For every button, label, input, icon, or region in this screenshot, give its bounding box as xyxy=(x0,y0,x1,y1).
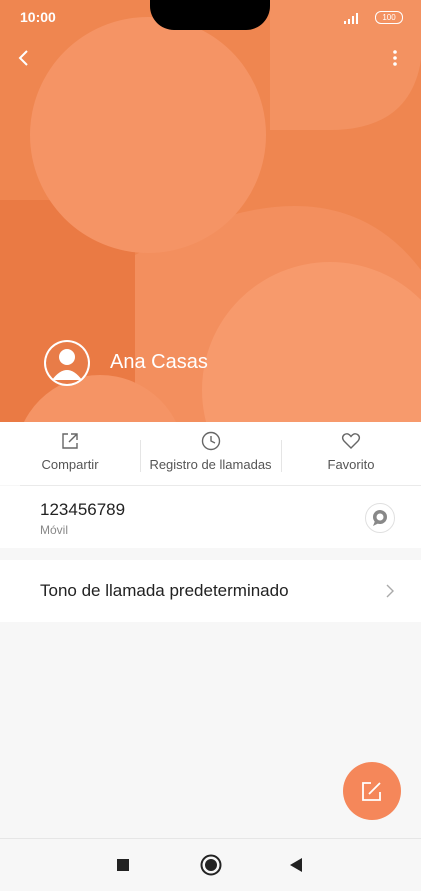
back-arrow-icon[interactable] xyxy=(14,48,34,68)
recents-icon[interactable] xyxy=(116,858,130,872)
phone-entry[interactable]: 123456789 Móvil xyxy=(0,486,421,548)
status-time: 10:00 xyxy=(20,9,56,25)
phone-number: 123456789 xyxy=(40,500,126,519)
back-icon[interactable] xyxy=(288,857,304,873)
system-navigation-bar xyxy=(0,838,421,891)
battery-icon: 100 xyxy=(375,11,403,24)
ringtone-setting[interactable]: Tono de llamada predeterminado xyxy=(0,560,421,622)
heart-icon xyxy=(341,433,361,449)
signal-icon xyxy=(344,13,358,24)
person-icon xyxy=(46,342,88,384)
action-bar: Compartir Registro de llamadas Favorito xyxy=(0,422,421,485)
share-label: Compartir xyxy=(41,457,99,472)
status-bar: 10:00 100 xyxy=(0,0,421,34)
call-log-label: Registro de llamadas xyxy=(149,457,272,472)
message-icon xyxy=(373,510,387,526)
chevron-right-icon xyxy=(386,584,394,598)
clock-icon xyxy=(201,431,220,451)
ringtone-label: Tono de llamada predeterminado xyxy=(40,581,289,600)
share-icon xyxy=(62,433,78,449)
contact-header: 10:00 100 Ana Casas xyxy=(0,0,421,422)
favorite-label: Favorito xyxy=(327,457,375,472)
contact-avatar xyxy=(44,340,90,386)
phone-type: Móvil xyxy=(40,523,69,537)
contact-name: Ana Casas xyxy=(110,351,208,373)
message-button[interactable] xyxy=(365,503,395,533)
favorite-button[interactable]: Favorito xyxy=(281,422,421,485)
share-button[interactable]: Compartir xyxy=(0,422,140,485)
edit-contact-button[interactable] xyxy=(343,762,401,820)
home-icon[interactable] xyxy=(200,854,222,876)
edit-icon xyxy=(362,782,381,801)
call-log-button[interactable]: Registro de llamadas xyxy=(140,422,281,485)
more-options-icon[interactable] xyxy=(386,48,404,68)
